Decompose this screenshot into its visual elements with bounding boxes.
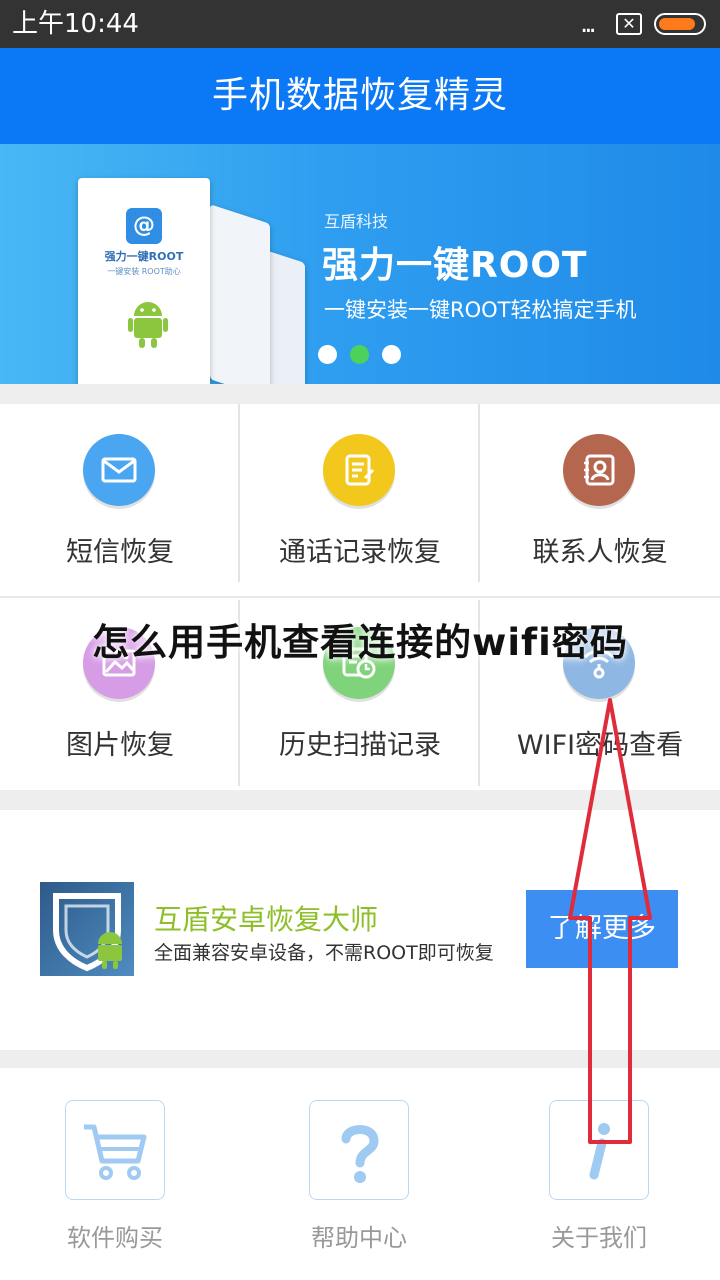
red-arrow-annotation <box>568 698 652 1144</box>
